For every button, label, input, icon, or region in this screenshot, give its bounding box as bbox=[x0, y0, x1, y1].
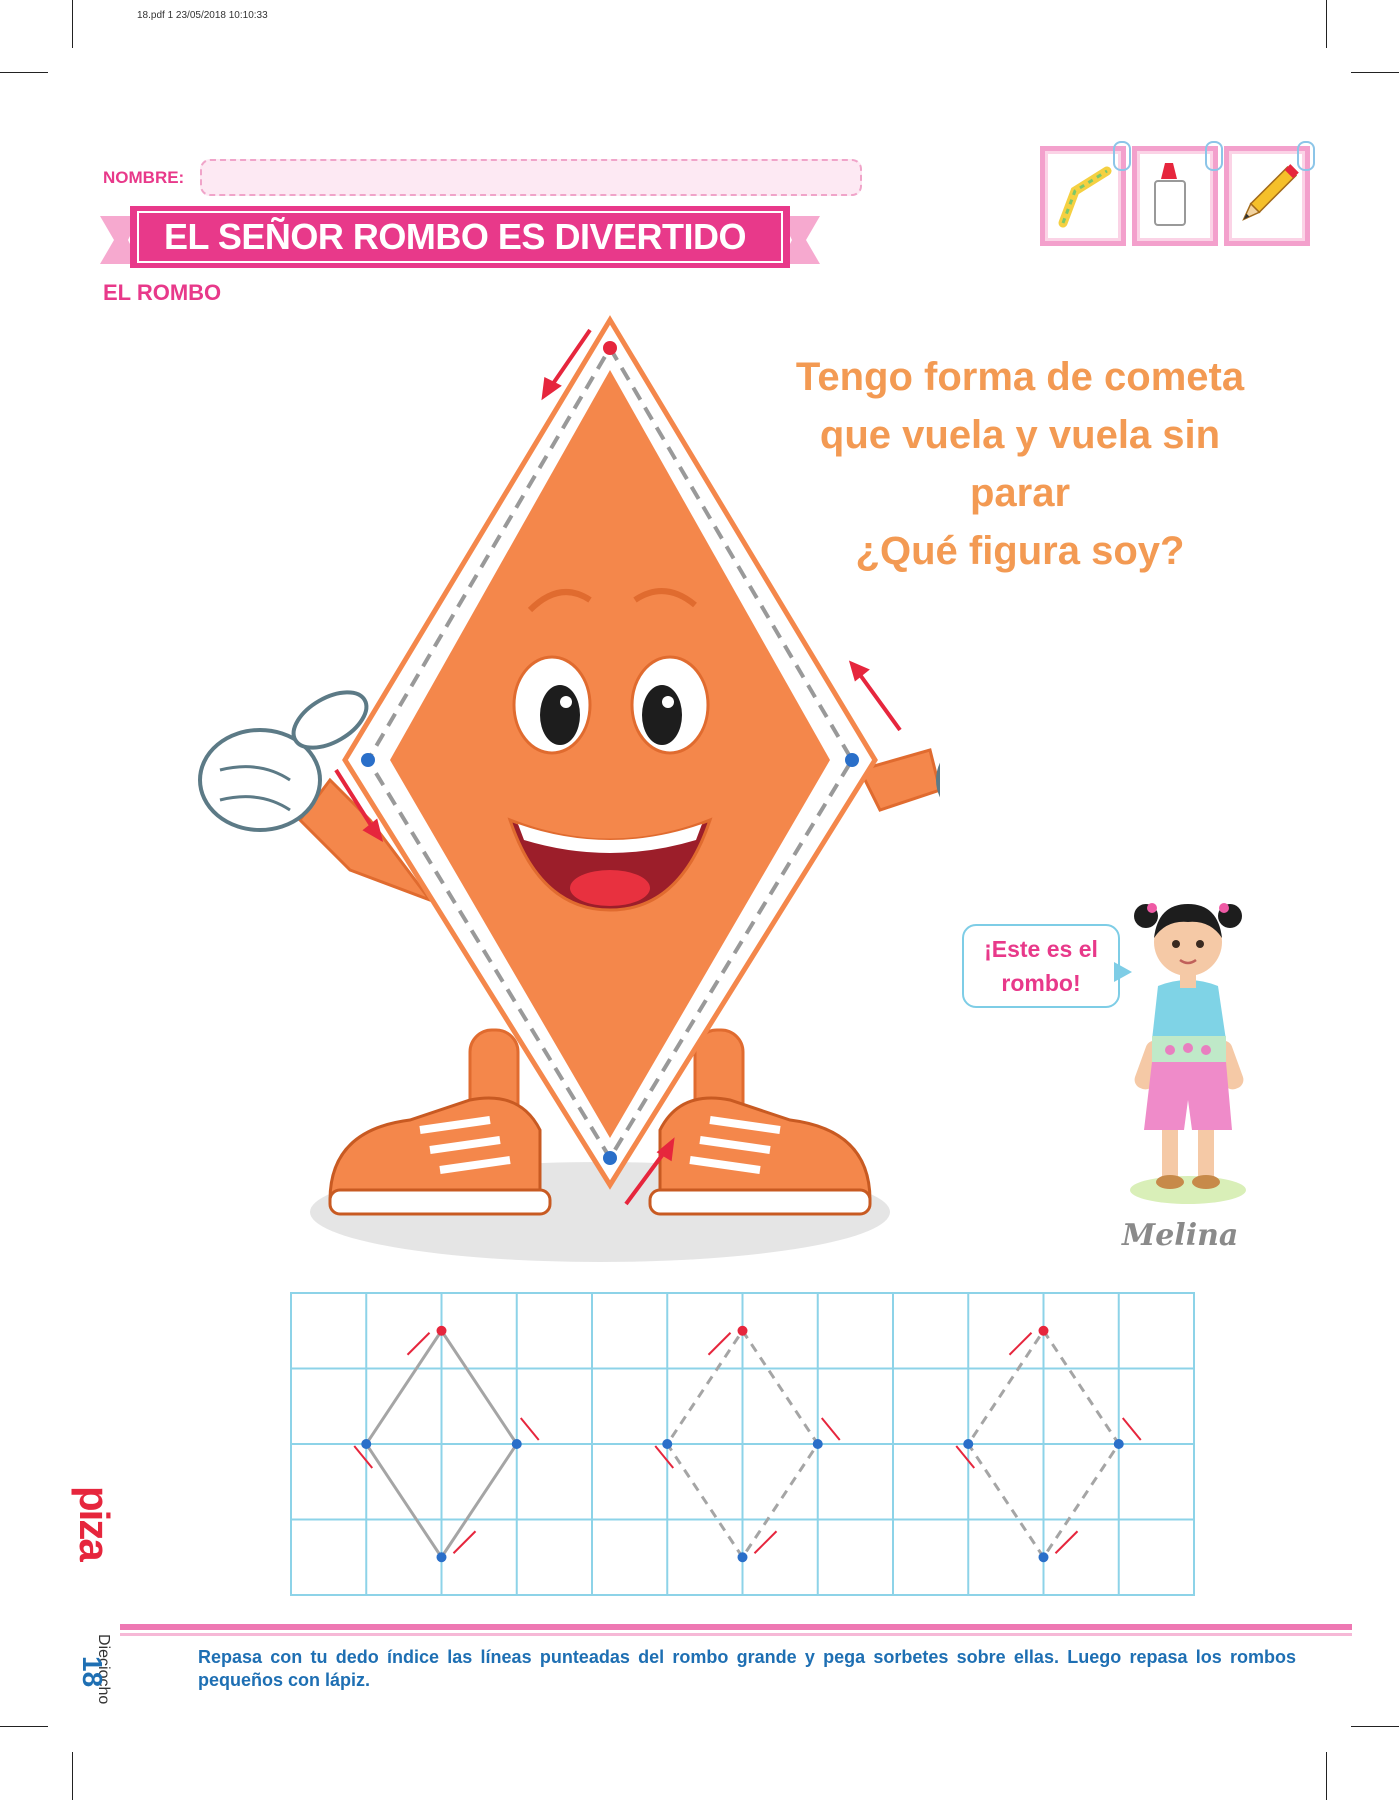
vertex-dot bbox=[436, 1552, 447, 1563]
print-header: 18.pdf 1 23/05/2018 10:10:33 bbox=[137, 10, 268, 21]
vertex-dot bbox=[812, 1439, 823, 1449]
name-label: NOMBRE: bbox=[103, 168, 185, 187]
start-dot bbox=[1038, 1325, 1049, 1336]
left-shoe-icon bbox=[328, 1096, 552, 1216]
crop-mark bbox=[0, 72, 48, 73]
crop-mark bbox=[1326, 0, 1327, 48]
worksheet-title: EL SEÑOR ROMBO ES DIVERTIDO bbox=[164, 216, 746, 257]
start-dot bbox=[436, 1325, 447, 1336]
vertex-dot bbox=[1038, 1552, 1049, 1563]
riddle-line: ¿Qué figura soy? bbox=[855, 529, 1185, 573]
riddle-line: parar bbox=[969, 471, 1071, 515]
crop-mark bbox=[0, 1726, 48, 1727]
paperclip-icon bbox=[1205, 141, 1223, 171]
vertex-dot bbox=[361, 753, 375, 767]
page-number: 18 bbox=[77, 1656, 108, 1688]
crop-mark bbox=[72, 0, 73, 48]
start-dot bbox=[737, 1325, 748, 1336]
instructions-text: Repasa con tu dedo índice las líneas pun… bbox=[198, 1647, 1296, 1690]
material-card-glue bbox=[1132, 141, 1223, 246]
footer-rule bbox=[120, 1624, 1352, 1630]
girl-name: Melina bbox=[1122, 1218, 1239, 1253]
crop-mark bbox=[1326, 1752, 1327, 1800]
vertex-dot bbox=[361, 1439, 372, 1449]
material-card-straw bbox=[1040, 141, 1131, 246]
riddle-text: Tengo forma de cometa que vuela y vuela … bbox=[740, 348, 1300, 580]
crop-mark bbox=[1351, 72, 1399, 73]
vertex-dot bbox=[963, 1439, 974, 1449]
vertex-dot bbox=[845, 753, 859, 767]
girl-character-icon bbox=[1130, 903, 1246, 1204]
right-glove-icon bbox=[936, 762, 940, 798]
vertex-dot bbox=[1113, 1439, 1124, 1449]
right-shoe-icon bbox=[648, 1096, 872, 1216]
riddle-line: que vuela y vuela sin bbox=[819, 413, 1221, 457]
crop-mark bbox=[1351, 1726, 1399, 1727]
straw-icon bbox=[1058, 166, 1112, 228]
publisher-logo: piza bbox=[71, 1486, 118, 1560]
vertex-dot bbox=[603, 1151, 617, 1165]
riddle-line: Tengo forma de cometa bbox=[795, 355, 1245, 399]
name-field[interactable] bbox=[200, 159, 862, 196]
paperclip-icon bbox=[1297, 141, 1315, 171]
speech-line: rombo! bbox=[1001, 970, 1081, 996]
vertex-dot bbox=[511, 1439, 522, 1449]
vertex-dot bbox=[662, 1439, 673, 1449]
paperclip-icon bbox=[1113, 141, 1131, 171]
glue-icon bbox=[1154, 163, 1186, 226]
speech-line: ¡Este es el bbox=[984, 936, 1098, 962]
speech-bubble: ¡Este es el rombo! bbox=[962, 924, 1120, 1008]
practice-grid bbox=[290, 1292, 1195, 1596]
vertex-dot bbox=[737, 1552, 748, 1563]
crop-mark bbox=[72, 1752, 73, 1800]
material-card-pencil bbox=[1224, 141, 1315, 246]
pencil-icon bbox=[1242, 164, 1299, 221]
start-dot bbox=[603, 341, 617, 355]
footer-rule-thin bbox=[120, 1633, 1352, 1636]
